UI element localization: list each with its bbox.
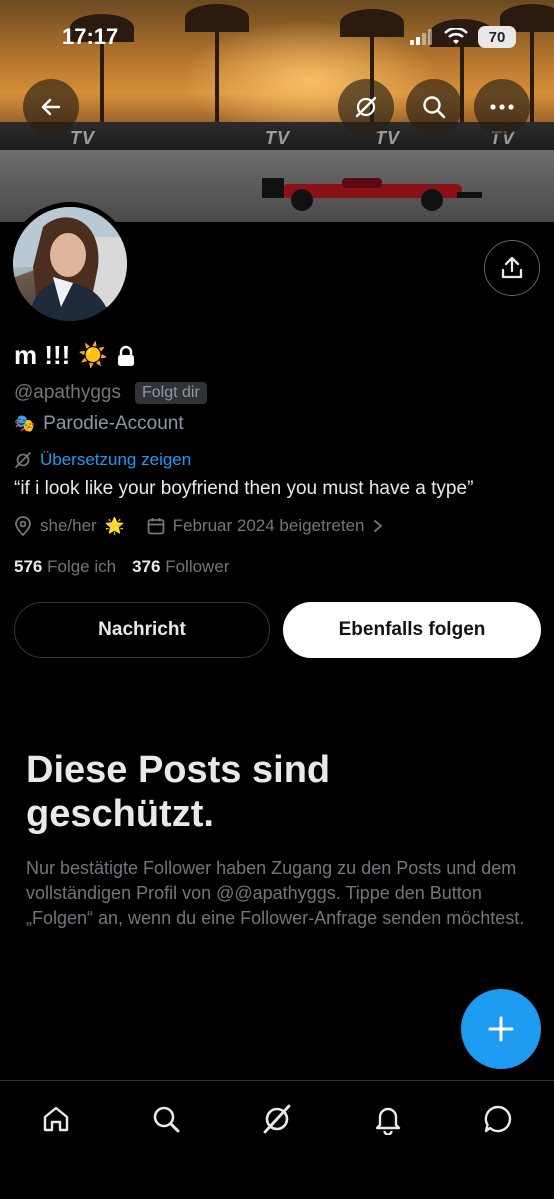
parody-label: Parodie-Account: [43, 413, 184, 434]
banner-palm: [185, 4, 249, 122]
search-icon: [153, 1106, 180, 1133]
protected-title: Diese Posts sind geschützt.: [26, 749, 331, 835]
tab-notifications[interactable]: [368, 1099, 408, 1139]
protected-description: Nur bestätigte Follower haben Zugang zu …: [26, 858, 525, 928]
bell-icon: [375, 1107, 401, 1135]
grok-icon: [355, 96, 377, 118]
tab-messages[interactable]: [478, 1099, 518, 1139]
avatar[interactable]: [8, 202, 132, 326]
followers-link[interactable]: 376 Follower: [132, 557, 229, 577]
more-button[interactable]: [474, 79, 530, 135]
joined-date: Februar 2024 beigetreten: [172, 516, 365, 535]
share-icon: [501, 256, 523, 279]
handle-row: @apathyggs Folgt dir: [14, 382, 207, 404]
chevron-right-icon[interactable]: [372, 519, 384, 533]
grok-icon: [263, 1104, 291, 1134]
battery-indicator: 70: [478, 26, 516, 48]
tab-home[interactable]: [36, 1099, 76, 1139]
follow-counts: 576 Folge ich 376 Follower: [14, 557, 229, 577]
wifi-icon: [444, 28, 468, 44]
status-icons: 70: [410, 26, 516, 48]
parody-label-row[interactable]: 🎭 Parodie-Account: [14, 413, 184, 435]
banner-tv-text: TV: [265, 128, 291, 148]
home-icon: [43, 1106, 69, 1132]
message-button[interactable]: Nachricht: [14, 602, 270, 658]
translate-link[interactable]: Übersetzung zeigen: [14, 450, 191, 470]
search-button[interactable]: [406, 79, 462, 135]
banner-tv-text: TV: [70, 128, 96, 148]
display-name-row: m !!! ☀️: [14, 340, 136, 371]
followers-count: 376: [132, 557, 161, 576]
compose-post-button[interactable]: [461, 989, 541, 1069]
pronouns-emoji: 🌟: [104, 518, 125, 535]
tab-grok[interactable]: [257, 1099, 297, 1139]
share-button[interactable]: [484, 240, 540, 296]
display-name: m !!!: [14, 340, 71, 370]
tab-search[interactable]: [146, 1099, 186, 1139]
banner-palm: [500, 4, 554, 122]
parody-mask-icon: 🎭: [14, 414, 36, 433]
avatar-portrait: [13, 207, 127, 321]
profile-meta: she/her 🌟 Februar 2024 beigetreten: [14, 516, 384, 536]
followers-label: Follower: [165, 557, 230, 576]
follows-you-badge: Folgt dir: [134, 382, 207, 404]
back-button[interactable]: [23, 79, 79, 135]
banner-race-car: [262, 178, 482, 211]
avatar-image: [13, 207, 127, 321]
back-arrow-icon: [41, 98, 61, 116]
banner-barrier: TV TV TV TV: [0, 122, 554, 152]
name-emoji: ☀️: [78, 342, 109, 369]
grok-button[interactable]: [338, 79, 394, 135]
follow-back-button[interactable]: Ebenfalls folgen: [283, 602, 541, 658]
plus-icon: [488, 1016, 514, 1042]
calendar-icon: [147, 518, 165, 535]
pronouns: she/her: [40, 516, 97, 535]
more-icon: [490, 104, 514, 110]
following-link[interactable]: 576 Folge ich: [14, 557, 116, 577]
search-icon: [423, 96, 446, 119]
following-label: Folge ich: [47, 557, 117, 576]
status-time: 17:17: [62, 24, 119, 49]
following-count: 576: [14, 557, 43, 576]
handle: @apathyggs: [14, 382, 121, 403]
bio: “if i look like your boyfriend then you …: [14, 478, 474, 499]
lock-icon: [118, 345, 135, 366]
location-icon: [15, 516, 31, 536]
grok-icon: [15, 452, 31, 468]
bottom-tab-bar: [0, 1080, 554, 1199]
signal-icon: [410, 29, 432, 45]
translate-label: Übersetzung zeigen: [40, 450, 192, 469]
messages-icon: [484, 1105, 512, 1133]
